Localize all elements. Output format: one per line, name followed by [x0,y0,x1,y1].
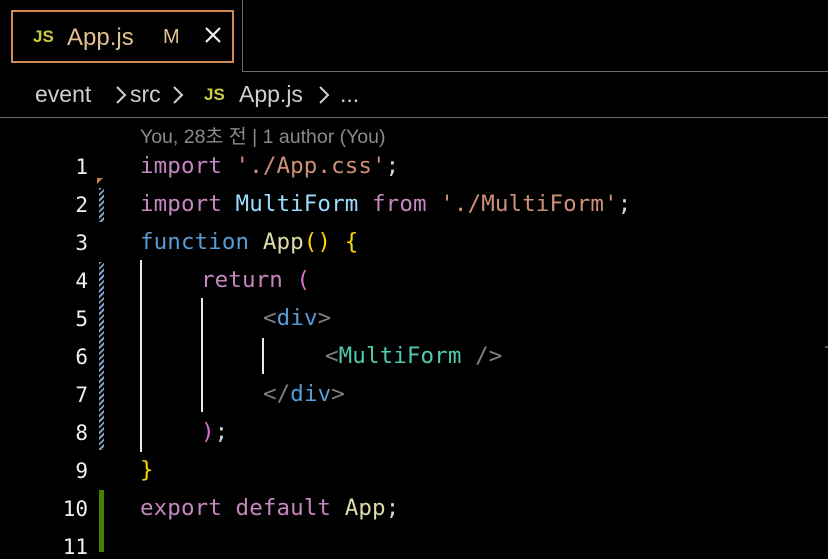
code-line-4[interactable]: return ( [201,267,310,293]
token-function-name: App [262,229,304,255]
token-keyword: import [140,153,222,179]
code-line-5[interactable]: <div> [263,305,331,331]
token-keyword: return [201,267,283,293]
token-keyword: from [372,191,427,217]
token-punct: ; [214,419,229,445]
git-deleted-marker [97,178,103,184]
line-number: 6 [75,345,88,369]
code-line-8[interactable]: ); [201,419,228,445]
tab-title: App.js [67,24,134,51]
git-modified-marker [99,188,104,222]
token-component: MultiForm [338,343,462,369]
token-punct: ; [385,153,400,179]
token-paren: ) [201,419,215,445]
indent-guide [201,298,203,412]
code-line-2[interactable]: import MultiForm from './MultiForm'; [140,191,631,217]
git-added-marker [99,490,104,552]
token-tag-bracket: < [263,305,277,331]
token-punct: ; [385,495,400,521]
code-line-10[interactable]: export default App; [140,495,399,521]
token-brace: } [140,457,154,483]
breadcrumb-item-file[interactable]: App.js [239,81,303,108]
js-file-icon: JS [204,85,225,104]
token-brace: { [344,229,359,255]
code-line-9[interactable]: } [140,457,154,483]
token-parens: () [303,229,332,255]
chevron-right-icon [173,86,184,104]
token-identifier: MultiForm [235,191,359,217]
token-tag-bracket: </ [263,381,291,407]
js-file-icon: JS [33,27,54,46]
line-number: 7 [75,383,88,407]
token-punct: ; [617,191,632,217]
line-number: 10 [62,497,88,521]
line-number: 4 [75,269,88,293]
token-keyword: default [235,495,332,521]
token-tag-bracket: < [325,343,339,369]
token-tag-bracket: > [317,305,332,331]
token-tag: div [276,305,318,331]
breadcrumb-item-event[interactable]: event [35,81,91,108]
line-number: 5 [75,307,88,331]
breadcrumb: event src JS App.js ... [0,72,828,118]
token-keyword: function [140,229,250,255]
code-line-3[interactable]: function App() { [140,229,358,255]
breadcrumb-item-src[interactable]: src [130,81,161,108]
code-line-7[interactable]: </div> [263,381,345,407]
close-icon[interactable] [201,23,225,47]
line-number: 9 [75,459,88,483]
code-editor[interactable]: You, 28초 전 | 1 author (You) 1 2 3 4 5 6 … [0,118,828,559]
token-paren: ( [296,267,311,293]
indent-guide [262,338,264,374]
token-tag-bracket: /> [461,343,503,369]
chevron-right-icon [116,86,127,104]
line-number: 11 [62,535,88,559]
chevron-right-icon [319,86,330,104]
token-string: './App.css' [235,153,386,179]
code-line-1[interactable]: import './App.css'; [140,153,399,179]
indent-guide [140,260,142,452]
token-keyword: export [140,495,222,521]
tab-modified-indicator: M [163,26,180,48]
line-number: 1 [75,155,88,179]
git-modified-marker [99,262,104,450]
token-keyword: import [140,191,222,217]
code-line-6[interactable]: <MultiForm /> [325,343,502,369]
token-identifier: App [344,495,386,521]
breadcrumb-item-more[interactable]: ... [340,81,359,108]
token-tag-bracket: > [331,381,345,407]
line-number: 8 [75,421,88,445]
token-tag: div [290,381,332,407]
tab-bar: JS App.js M [0,0,828,72]
line-number: 3 [75,231,88,255]
tab-app-js[interactable]: JS App.js M [0,0,243,72]
git-blame-codelens[interactable]: You, 28초 전 | 1 author (You) [140,120,386,149]
token-string: './MultiForm' [440,191,618,217]
line-number: 2 [75,193,88,217]
